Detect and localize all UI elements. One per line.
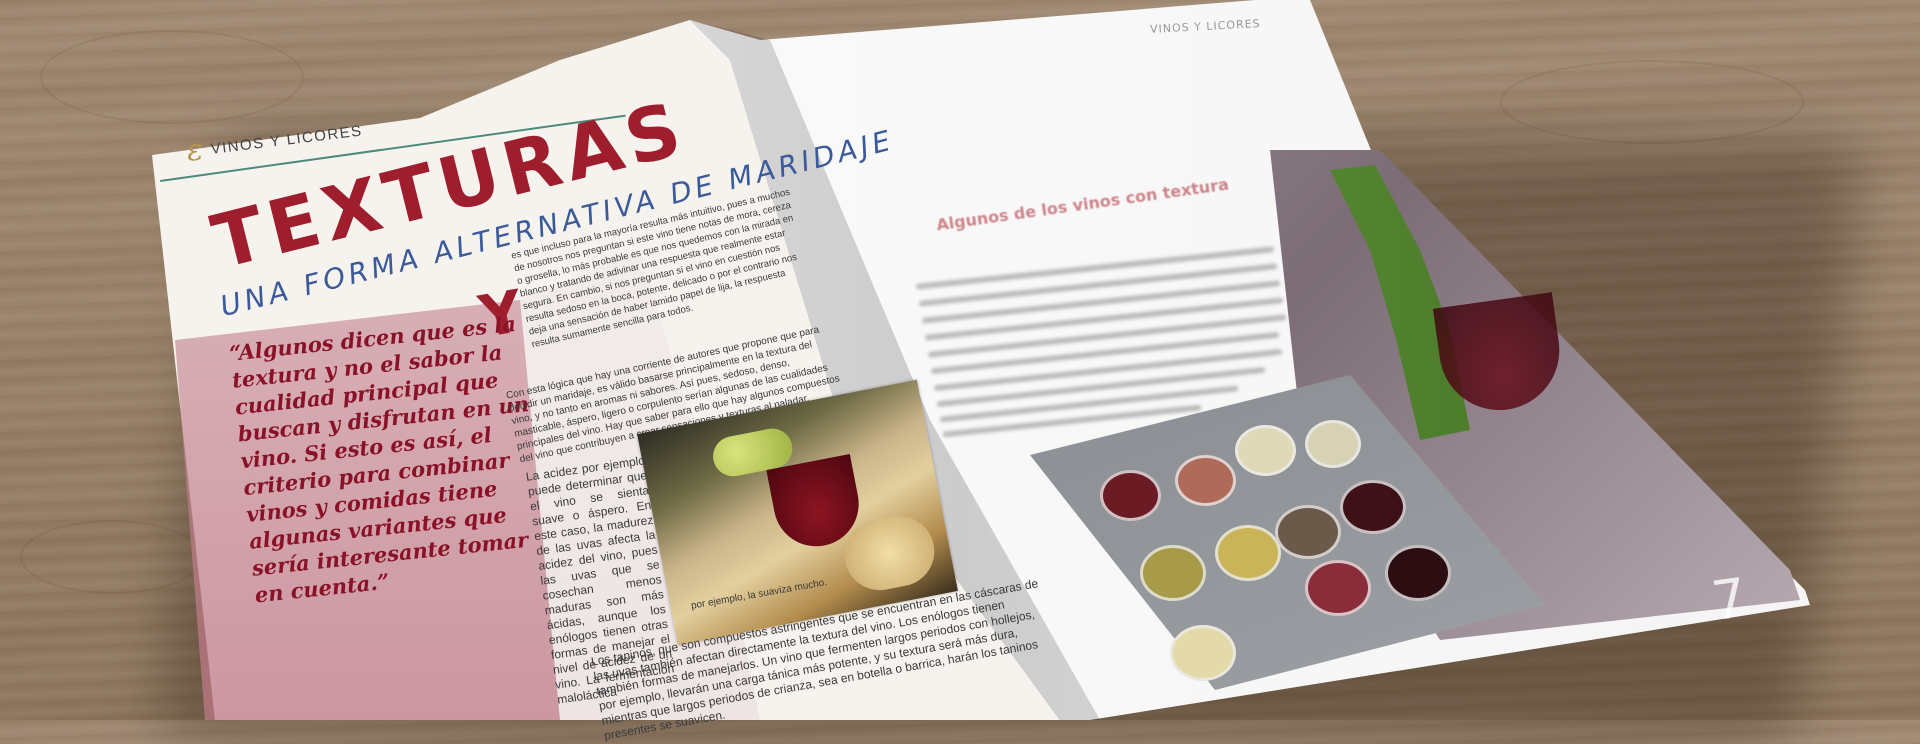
section-emblem-icon: ε: [184, 132, 205, 169]
wood-grain: [1500, 60, 1804, 144]
tasting-dish: [1215, 525, 1281, 581]
tasting-dish: [1340, 480, 1406, 534]
tasting-dish: [1385, 545, 1451, 601]
tasting-dish: [1175, 455, 1236, 506]
wood-grain: [40, 30, 304, 124]
tasting-dish: [1275, 505, 1341, 559]
tasting-dish: [1235, 425, 1296, 476]
tasting-dish: [1305, 560, 1371, 616]
tasting-dish: [1305, 420, 1361, 468]
tasting-dish: [1170, 625, 1236, 681]
tasting-dish: [1140, 545, 1206, 601]
pull-quote: “Algunos dicen que es la textura y no el…: [228, 310, 531, 608]
tasting-dish: [1100, 470, 1161, 521]
